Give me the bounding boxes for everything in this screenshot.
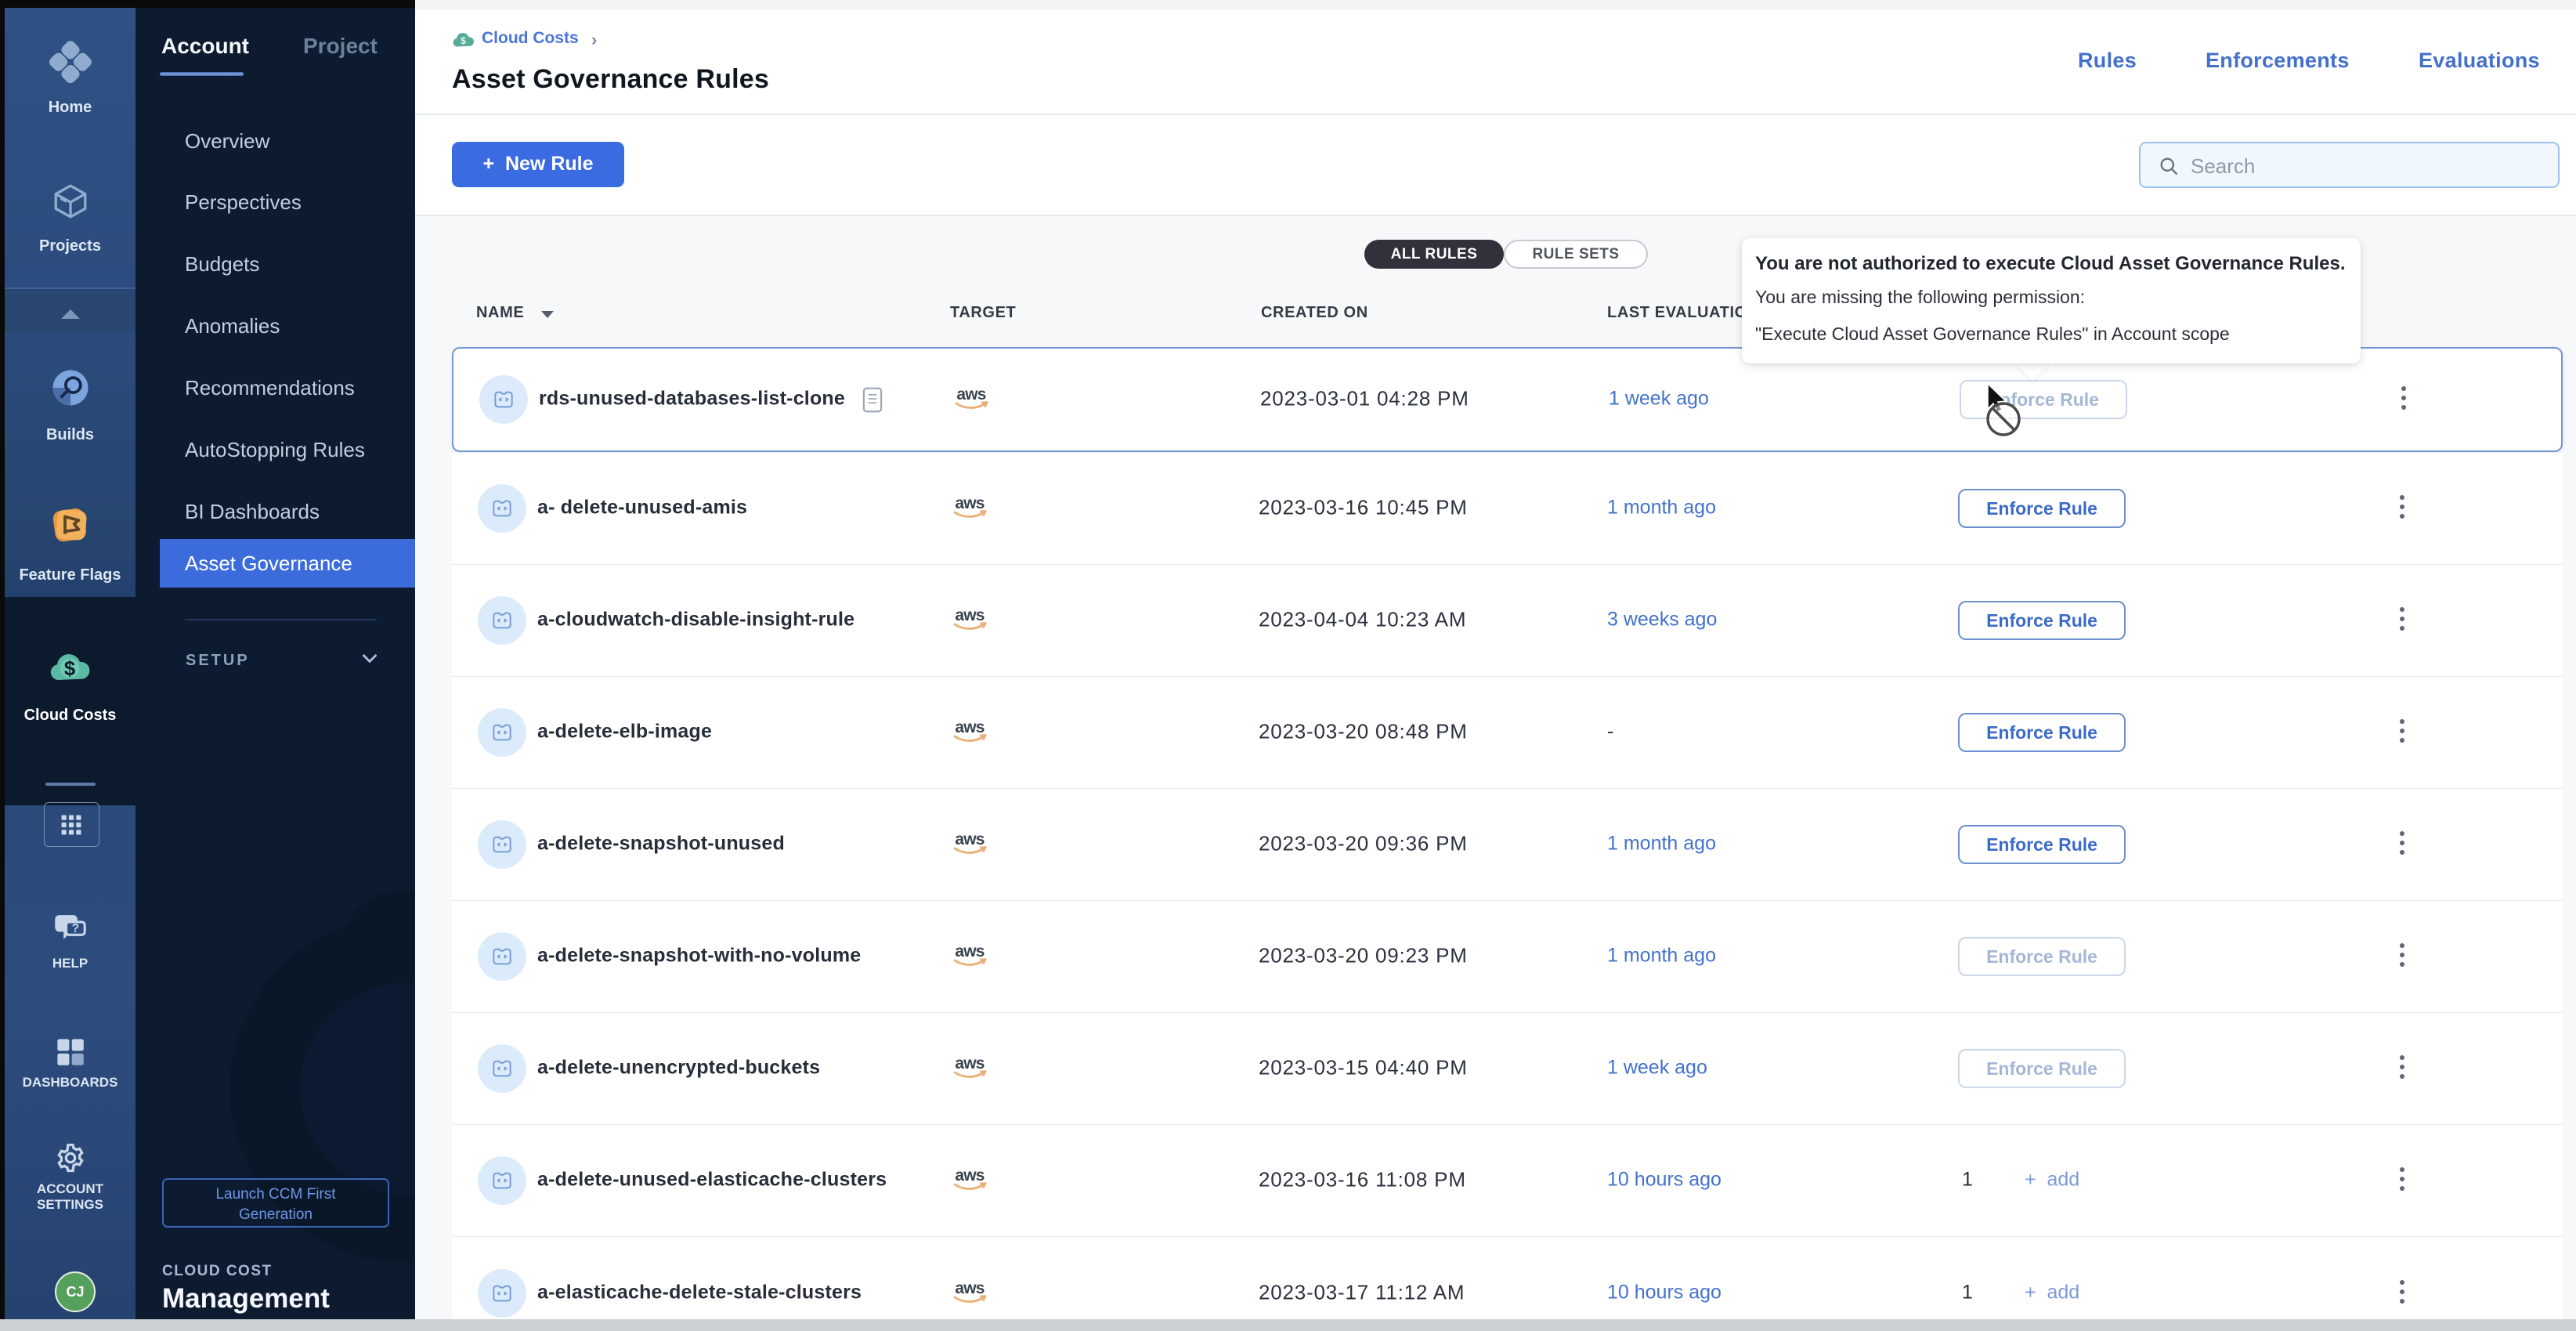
svg-text:aws: aws xyxy=(955,830,984,848)
svg-text:aws: aws xyxy=(956,385,985,403)
svg-text:$: $ xyxy=(461,36,466,46)
svg-text:aws: aws xyxy=(955,606,984,624)
svg-text:$: $ xyxy=(63,656,75,680)
svg-text:aws: aws xyxy=(955,494,984,512)
svg-text:?: ? xyxy=(71,922,78,935)
svg-text:aws: aws xyxy=(955,942,984,960)
svg-text:aws: aws xyxy=(955,718,984,736)
svg-text:aws: aws xyxy=(955,1054,984,1072)
svg-text:aws: aws xyxy=(955,1279,984,1297)
svg-text:aws: aws xyxy=(955,1166,984,1185)
